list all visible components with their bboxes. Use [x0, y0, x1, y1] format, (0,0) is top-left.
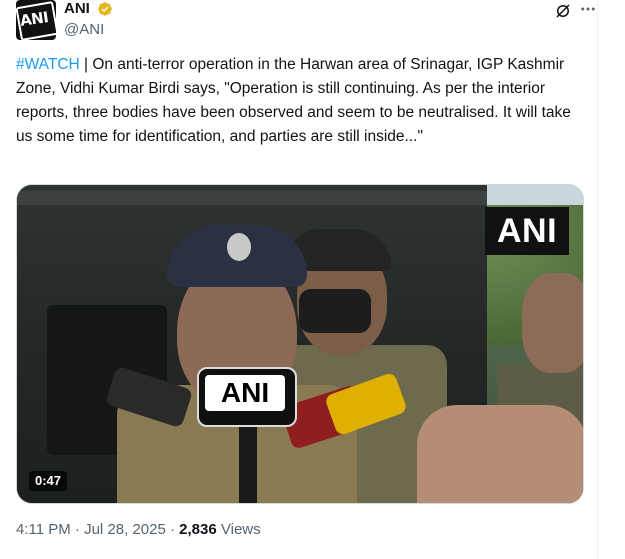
verified-badge-icon — [98, 2, 113, 16]
video-mic-stem — [239, 423, 257, 503]
grok-icon[interactable] — [554, 2, 572, 20]
video-watermark: ANI — [485, 207, 569, 255]
views-count: 2,836 — [179, 521, 217, 538]
video-guard-mask — [299, 289, 371, 333]
video-vehicle-roof — [17, 191, 487, 205]
author-handle[interactable]: @ANI — [64, 20, 113, 40]
views-label: Views — [220, 521, 261, 538]
video-hands — [417, 405, 583, 503]
video-mic-ani: ANI — [197, 367, 297, 427]
meta-separator: · — [170, 521, 175, 538]
post-time[interactable]: 4:11 PM — [16, 521, 71, 538]
video-officer-cap-badge — [227, 233, 251, 261]
post-header: ANI ANI @ANI — [16, 0, 595, 44]
video-person-right — [522, 273, 583, 373]
video-mic-ani-label: ANI — [205, 375, 285, 411]
post-body: | On anti-terror operation in the Harwan… — [16, 56, 571, 145]
author-display-name[interactable]: ANI — [64, 0, 90, 19]
more-icon[interactable] — [579, 0, 597, 18]
hashtag-link[interactable]: #WATCH — [16, 56, 80, 73]
meta-separator: · — [74, 521, 80, 538]
column-divider — [597, 0, 598, 559]
author-info: ANI @ANI — [64, 0, 113, 40]
video-duration-badge: 0:47 — [29, 471, 68, 491]
post-date[interactable]: Jul 28, 2025 — [84, 521, 166, 538]
post-text: #WATCH | On anti-terror operation in the… — [16, 53, 591, 149]
video-player[interactable]: ANI ANI 0:47 — [16, 184, 584, 504]
post-meta: 4:11 PM · Jul 28, 2025 · 2,836 Views — [16, 520, 261, 540]
avatar[interactable]: ANI — [16, 0, 56, 40]
